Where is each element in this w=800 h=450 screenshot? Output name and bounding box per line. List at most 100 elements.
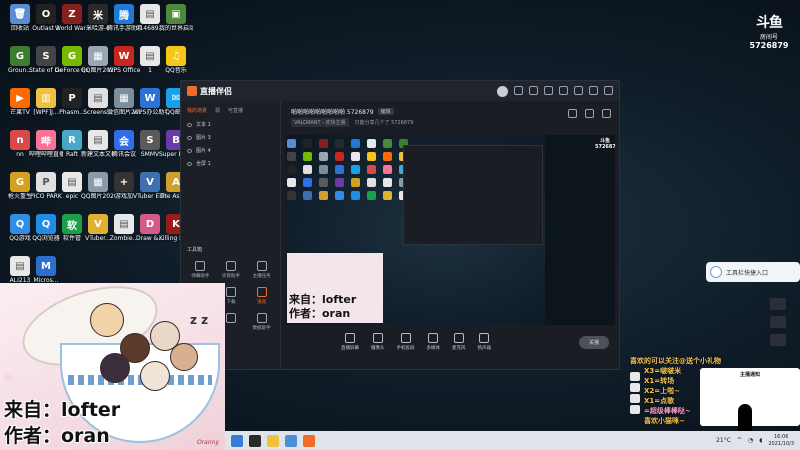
side-tool-button[interactable] <box>770 298 786 310</box>
phone-cast-button[interactable]: 手机投屏 <box>397 333 415 351</box>
scene-item[interactable]: 图片 3 <box>181 131 280 144</box>
app-icon: ▥ <box>36 88 56 108</box>
toolbox-item[interactable]: 房管助手 <box>216 261 247 279</box>
scene-label: 全屏 1 <box>196 161 211 167</box>
taskbar-app-icon[interactable] <box>231 434 243 447</box>
user-avatar[interactable] <box>497 85 508 97</box>
side-tool-button[interactable] <box>770 316 786 328</box>
preview-desktop-icon <box>335 152 344 161</box>
maximize-icon[interactable] <box>589 85 598 95</box>
eye-icon[interactable] <box>187 135 192 140</box>
screen-capture-button[interactable]: 直播屏幕 <box>341 333 359 351</box>
tab-live[interactable]: 可直播 <box>228 107 243 114</box>
tool-icon <box>225 313 236 323</box>
minimize-icon[interactable] <box>574 85 583 95</box>
scene-item[interactable]: 图片 4 <box>181 144 280 157</box>
sleep-z-icon: z z <box>190 313 209 327</box>
app-icon: S <box>36 46 56 66</box>
camera-button[interactable]: 摄像头 <box>371 333 385 351</box>
menu-icon[interactable] <box>559 85 568 95</box>
theme-icon[interactable] <box>585 109 594 118</box>
tool-icon <box>256 313 267 323</box>
cat-silhouette-icon <box>738 404 752 434</box>
camera-icon <box>372 333 383 343</box>
speaker-icon <box>479 333 490 343</box>
app-icon: 腾 <box>114 4 134 24</box>
preview-desktop-icon <box>335 191 344 200</box>
app-icon: Z <box>62 4 82 24</box>
preview-desktop-icon <box>287 152 296 161</box>
app-icon: W <box>114 46 134 66</box>
edit-title-button[interactable]: 编辑 <box>377 108 394 115</box>
side-tool-button[interactable] <box>770 334 786 346</box>
fanart-author: 作者：oran <box>4 425 110 447</box>
eye-icon[interactable] <box>187 148 192 153</box>
tool-label: 主播任务 <box>252 274 271 279</box>
preview-desktop-icon <box>303 165 312 174</box>
eye-icon[interactable] <box>187 161 192 166</box>
settings-icon[interactable] <box>544 85 553 95</box>
toolbox-item[interactable]: 数据助手 <box>246 313 277 331</box>
cat-icon <box>630 383 640 392</box>
chat-icon[interactable] <box>514 85 523 95</box>
category-badge[interactable]: VALORANT - 欢快主播 <box>291 118 349 127</box>
taskbar-folder-icon[interactable] <box>267 434 279 447</box>
app-icon: 哔 <box>36 130 56 150</box>
share-icon[interactable] <box>602 109 611 118</box>
toolbox-item[interactable]: 道具 <box>246 287 277 305</box>
weather-temperature[interactable]: 21°C <box>716 437 731 444</box>
preview-desktop-icon <box>367 178 376 187</box>
scene-item[interactable]: 全屏 1 <box>181 157 280 170</box>
preview-desktop-icon <box>383 178 392 187</box>
app-icon: 软 <box>62 214 82 234</box>
stream-preview[interactable]: 来自：lofter 作者：oran 斗鱼 5726879 <box>285 135 615 325</box>
chevron-up-icon[interactable]: ^ <box>737 437 742 444</box>
preview-desktop-icon <box>351 165 360 174</box>
clock-time: 16:06 <box>773 433 789 440</box>
preview-desktop-icon <box>367 152 376 161</box>
microphone-button[interactable]: 麦克风 <box>452 333 466 351</box>
tool-icon <box>256 287 267 297</box>
app-icon: ▶ <box>10 88 30 108</box>
taskbar-app-icon[interactable] <box>303 434 315 447</box>
app-icon: G <box>10 46 30 66</box>
preview-desktop-icon <box>319 152 328 161</box>
phone-icon <box>400 333 411 343</box>
app-icon: G <box>62 46 82 66</box>
eye-icon[interactable] <box>187 122 192 127</box>
tab-sources[interactable]: 源 <box>215 107 220 114</box>
app-icon: Q <box>36 214 56 234</box>
volume-icon[interactable]: ◖ <box>759 437 762 444</box>
ctrl-label: 多媒体 <box>426 346 441 351</box>
desktop-icon[interactable]: M Micros... <box>29 256 63 284</box>
clock[interactable]: 16:06 2021/10/3 <box>768 434 794 448</box>
toolbar-shortcut-widget[interactable]: 工具栏快捷入口 <box>706 262 800 282</box>
toolbox-item[interactable]: 弹幕助手 <box>185 261 216 279</box>
tab-my-scenes[interactable]: 我的场景 <box>187 107 207 114</box>
lock-icon[interactable] <box>568 109 577 118</box>
cat-icon <box>630 405 640 414</box>
close-icon[interactable] <box>604 85 613 95</box>
network-icon[interactable]: ◔ <box>748 437 753 444</box>
gift-icon[interactable] <box>529 85 538 95</box>
app-icon: ▤ <box>62 172 82 192</box>
app-icon: 会 <box>114 130 134 150</box>
app-icon: ▤ <box>88 130 108 150</box>
scene-item[interactable]: 文本 1 <box>181 118 280 131</box>
notice-card-title: 主播通知 <box>739 372 760 378</box>
media-button[interactable]: 多媒体 <box>426 333 441 351</box>
preview-desktop-icon <box>367 191 376 200</box>
speaker-button[interactable]: 扬声器 <box>477 333 492 351</box>
desktop-icon[interactable]: ▣我的世界启动器 <box>159 4 193 32</box>
app-titlebar: 直播伴侣 <box>181 81 619 101</box>
end-stream-button[interactable]: 关播 <box>578 335 609 349</box>
toolbox-item[interactable]: 主播任务 <box>246 261 277 279</box>
system-tray: 21°C ^ ◔ ◖ 16:06 2021/10/3 <box>716 434 794 448</box>
taskbar-app-icon[interactable] <box>249 434 261 447</box>
preview-app-window <box>403 145 543 245</box>
preview-desktop-icon <box>303 178 312 187</box>
ctrl-label: 扬声器 <box>477 346 492 351</box>
taskbar-app-icon[interactable] <box>285 434 297 447</box>
desktop-icon[interactable]: ♫ QQ音乐 <box>159 46 193 74</box>
fanart-source: 来自：lofter <box>4 399 121 421</box>
